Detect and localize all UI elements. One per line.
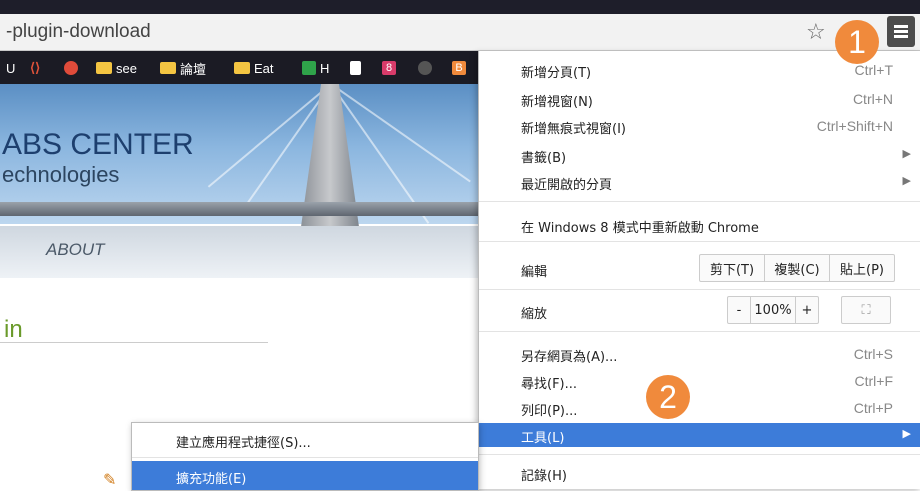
site-title: ABS CENTER: [2, 128, 194, 161]
address-bar[interactable]: -plugin-download ☆: [0, 14, 920, 51]
document-icon: [350, 61, 361, 75]
puzzle-icon: ✎: [103, 470, 117, 489]
menu-separator: [479, 241, 920, 242]
zoom-out-button[interactable]: -: [728, 297, 751, 323]
bookmark-sheet[interactable]: H: [302, 59, 329, 77]
eight-icon: 8: [382, 61, 396, 75]
site-subtitle: echnologies: [2, 162, 120, 187]
paste-button[interactable]: 貼上(P): [830, 255, 894, 281]
step-badge-1: 1: [835, 20, 879, 64]
hamburger-icon-line: [894, 35, 908, 38]
bookmark-b[interactable]: B: [452, 59, 466, 77]
section-heading: in: [4, 316, 23, 343]
code-icon: ⟨⟩: [30, 60, 41, 75]
opera-icon: [64, 61, 78, 75]
menu-bookmarks[interactable]: 書籤(B) ▶: [479, 143, 920, 167]
url-text[interactable]: -plugin-download: [6, 21, 151, 43]
header-banner: ABS CENTER echnologies: [0, 84, 480, 234]
menu-incognito[interactable]: 新增無痕式視窗(I) Ctrl+Shift+N: [479, 114, 920, 138]
star-icon[interactable]: ☆: [806, 20, 826, 45]
folder-icon: [96, 62, 112, 74]
bookmark-folder-eat[interactable]: Eat: [234, 59, 274, 77]
blogger-icon: B: [452, 61, 466, 75]
step-badge-2: 2: [646, 375, 690, 419]
chevron-right-icon: ▶: [902, 147, 911, 160]
menu-relaunch-win8[interactable]: 在 Windows 8 模式中重新啟動 Chrome: [479, 213, 920, 237]
menu-save-as[interactable]: 另存網頁為(A)... Ctrl+S: [479, 342, 920, 366]
divider: [0, 342, 268, 343]
chevron-right-icon: ▶: [902, 427, 911, 440]
submenu-create-shortcut[interactable]: 建立應用程式捷徑(S)...: [132, 425, 478, 455]
bridge-cable: [330, 84, 471, 183]
menu-separator: [479, 454, 920, 455]
spreadsheet-icon: [302, 61, 316, 75]
bookmark-folder-forum[interactable]: 論壇: [160, 59, 206, 77]
bookmark-8[interactable]: 8: [382, 59, 396, 77]
menu-history[interactable]: 記錄(H): [479, 461, 920, 485]
chevron-right-icon: ▶: [902, 174, 911, 187]
chrome-menu-button[interactable]: [887, 16, 915, 47]
bookmark-opera[interactable]: [64, 59, 78, 77]
tools-submenu: 建立應用程式捷徑(S)... 擴充功能(E): [131, 422, 479, 491]
zoom-level: 100%: [751, 297, 796, 323]
menu-tools[interactable]: 工具(L) ▶: [479, 423, 920, 447]
bookmark-code[interactable]: ⟨⟩: [30, 59, 40, 77]
bookmark-gray[interactable]: [418, 59, 432, 77]
menu-separator: [479, 289, 920, 290]
hamburger-icon: [894, 25, 908, 28]
bookmark-u[interactable]: U: [6, 59, 15, 77]
edit-button-group: 剪下(T) 複製(C) 貼上(P): [699, 254, 895, 282]
folder-icon: [160, 62, 176, 74]
menu-print[interactable]: 列印(P)... Ctrl+P: [479, 396, 920, 420]
bookmarks-bar: U ⟨⟩ see 論壇 Eat H 8 B: [0, 51, 480, 84]
bridge-deck: [0, 202, 480, 216]
circle-icon: [418, 61, 432, 75]
bookmark-folder-see[interactable]: see: [96, 59, 137, 77]
submenu-extensions[interactable]: 擴充功能(E): [132, 461, 478, 490]
menu-find[interactable]: 尋找(F)... Ctrl+F: [479, 369, 920, 393]
site-nav: ABOUT: [0, 226, 480, 278]
menu-zoom-row: 縮放 - 100% + ⛶: [479, 293, 920, 327]
zoom-control: - 100% +: [727, 296, 819, 324]
fullscreen-button[interactable]: ⛶: [841, 296, 891, 324]
copy-button[interactable]: 複製(C): [765, 255, 830, 281]
chrome-menu: 新增分頁(T) Ctrl+T 新增視窗(N) Ctrl+N 新增無痕式視窗(I)…: [478, 51, 920, 489]
bookmark-doc[interactable]: [350, 59, 361, 77]
menu-separator: [479, 201, 920, 202]
zoom-in-button[interactable]: +: [796, 297, 818, 323]
menu-new-window[interactable]: 新增視窗(N) Ctrl+N: [479, 87, 920, 111]
menu-recent-tabs[interactable]: 最近開啟的分頁 ▶: [479, 170, 920, 194]
menu-separator: [132, 457, 478, 458]
nav-about-link[interactable]: ABOUT: [46, 240, 105, 260]
menu-separator: [479, 331, 920, 332]
cut-button[interactable]: 剪下(T): [700, 255, 765, 281]
fullscreen-icon: ⛶: [861, 302, 871, 318]
hamburger-icon-line: [894, 30, 908, 33]
folder-icon: [234, 62, 250, 74]
window-top-strip: [0, 0, 920, 14]
menu-edit-row: 編輯 剪下(T) 複製(C) 貼上(P): [479, 251, 920, 285]
